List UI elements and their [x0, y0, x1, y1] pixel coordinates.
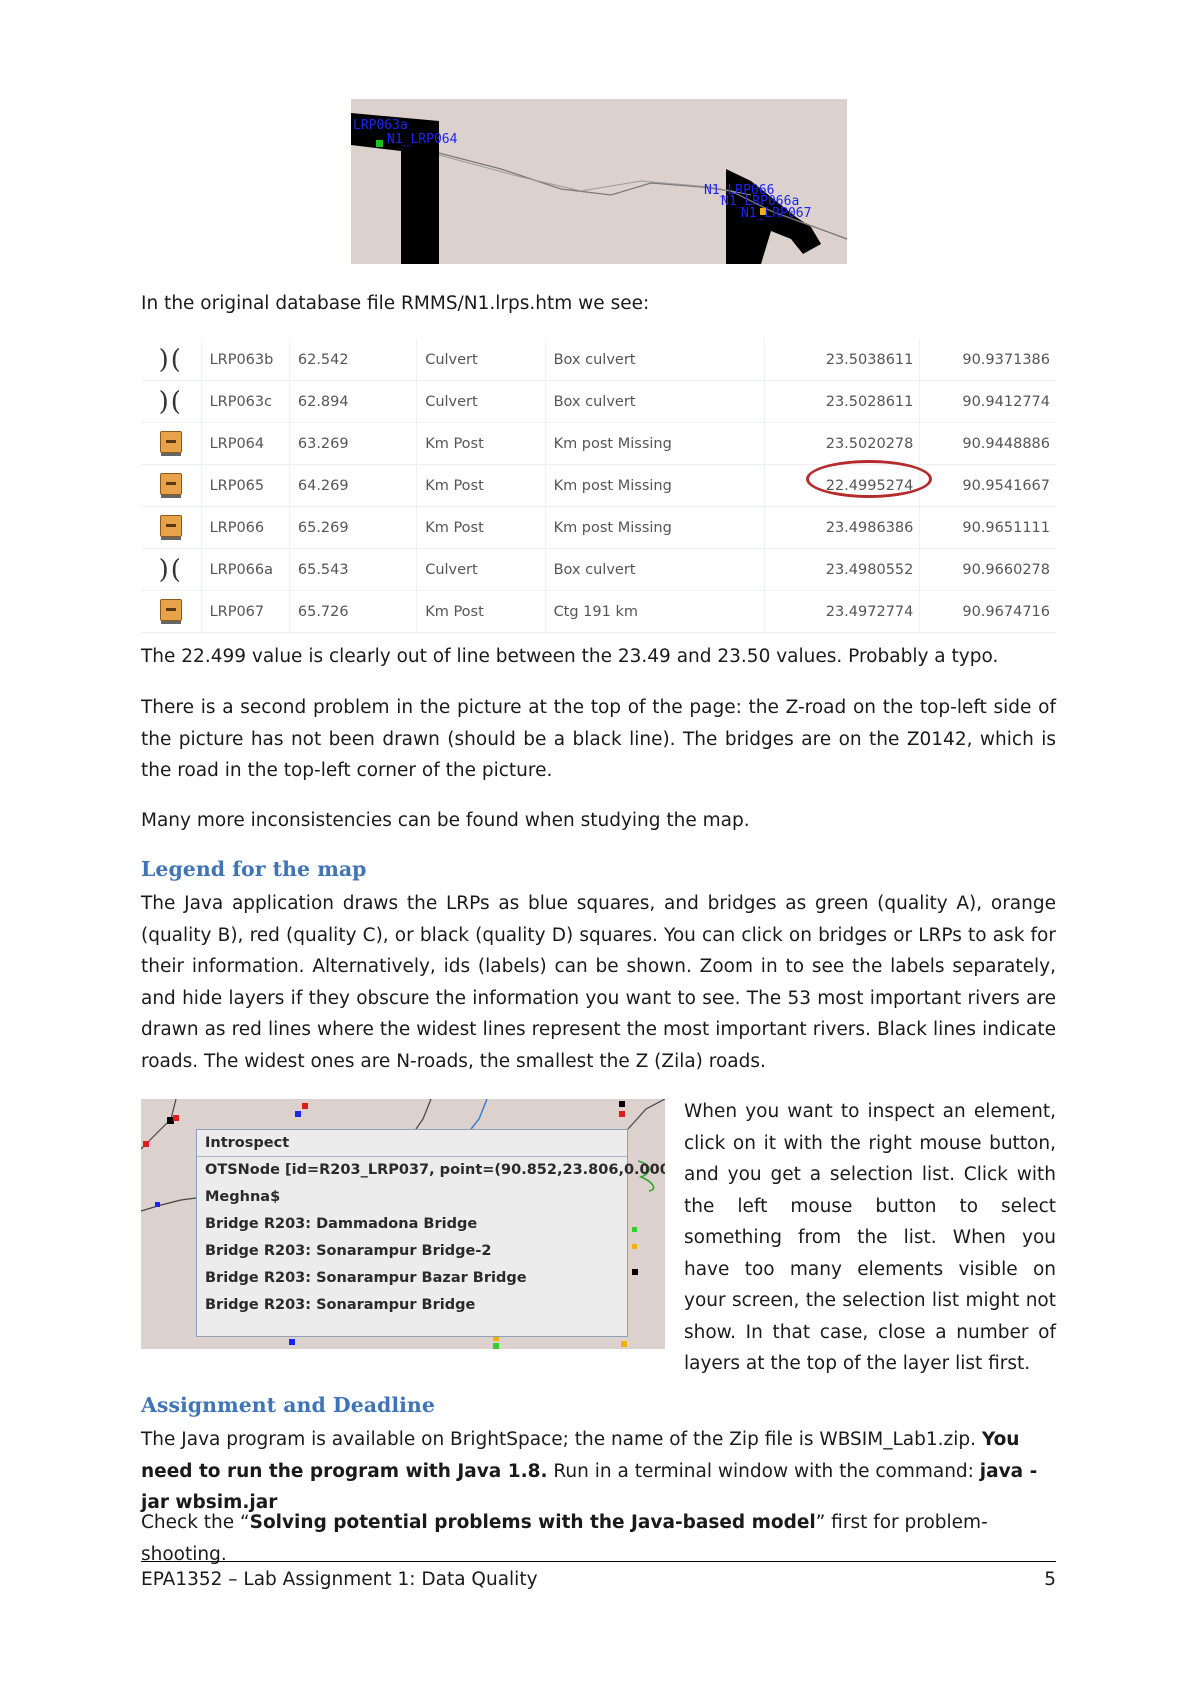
culvert-symbol: )( — [158, 386, 183, 417]
chainage-cell: 64.269 — [288, 464, 417, 507]
category-cell: Culvert — [416, 339, 546, 381]
description-cell: Km post Missing — [544, 422, 765, 465]
assignment-paragraph: The Java program is available on BrightS… — [141, 1424, 1056, 1519]
km-post-icon — [141, 422, 202, 465]
latitude-cell: 23.4972774 — [764, 590, 920, 633]
lrp-id-cell: LRP064 — [200, 422, 290, 465]
lrp-id-cell: LRP063b — [200, 339, 290, 381]
lrp-id-cell: LRP066a — [200, 548, 290, 591]
table-row: LRP067 65.726 Km Post Ctg 191 km 23.4972774 9… — [141, 590, 1056, 633]
table-row: )( LRP063b 62.542 Culvert Box culvert 23.5038… — [141, 339, 1056, 381]
category-cell: Culvert — [416, 380, 546, 423]
check-text: Check the “ — [141, 1512, 250, 1533]
description-cell: Box culvert — [544, 380, 765, 423]
chainage-cell: 62.894 — [288, 380, 417, 423]
lrp-id-cell: LRP065 — [200, 464, 290, 507]
map-label: LRP063a — [353, 118, 408, 133]
longitude-cell: 90.9541667 — [919, 464, 1056, 507]
latitude-cell: 23.5020278 — [764, 422, 920, 465]
footer-title: EPA1352 – Lab Assignment 1: Data Quality — [141, 1569, 538, 1590]
km-post-icon — [141, 506, 202, 549]
culvert-icon: )( — [141, 339, 202, 381]
introspect-title: Introspect — [197, 1130, 627, 1157]
introspect-item[interactable]: Bridge R203: Sonarampur Bridge — [197, 1292, 627, 1319]
map-screenshot: LRP063a N1_LRP064 N1_LRP066 N1_LRP066a N… — [351, 99, 847, 264]
km-post-icon — [141, 590, 202, 633]
typo-paragraph: The 22.499 value is clearly out of line … — [141, 646, 999, 667]
highlight-circle — [806, 460, 932, 498]
map-drawing: LRP063a N1_LRP064 N1_LRP066 N1_LRP066a N… — [351, 113, 847, 264]
map-label: N1_LRP064 — [387, 132, 458, 147]
page-number: 5 — [1044, 1569, 1056, 1590]
description-cell: Ctg 191 km — [544, 590, 765, 633]
category-cell: Km Post — [416, 422, 546, 465]
table-row: )( LRP066a 65.543 Culvert Box culvert 23.4980… — [141, 548, 1056, 591]
category-cell: Km Post — [416, 590, 546, 633]
footer-rule — [141, 1561, 1056, 1562]
bridge-marker-green — [376, 140, 383, 147]
description-cell: Km post Missing — [544, 464, 765, 507]
category-cell: Culvert — [416, 548, 546, 591]
table-row: )( LRP063c 62.894 Culvert Box culvert 23.5028… — [141, 380, 1056, 423]
introspect-item[interactable]: Bridge R203: Dammadona Bridge — [197, 1211, 627, 1238]
category-cell: Km Post — [416, 506, 546, 549]
culvert-icon: )( — [141, 380, 202, 423]
assignment-text: Run in a terminal window with the comman… — [547, 1460, 980, 1482]
description-cell: Km post Missing — [544, 506, 765, 549]
introspect-item[interactable]: Bridge R203: Sonarampur Bazar Bridge — [197, 1265, 627, 1292]
category-cell: Km Post — [416, 464, 546, 507]
intro-line: In the original database file RMMS/N1.lr… — [141, 293, 650, 314]
lrp-id-cell: LRP067 — [200, 590, 290, 633]
assignment-heading: Assignment and Deadline — [141, 1393, 435, 1417]
longitude-cell: 90.9674716 — [919, 590, 1056, 633]
inspect-paragraph: When you want to inspect an element, cli… — [684, 1101, 1056, 1374]
table-row: LRP066 65.269 Km Post Km post Missing 23.498… — [141, 506, 1056, 549]
legend-heading: Legend for the map — [141, 857, 367, 881]
chainage-cell: 65.269 — [288, 506, 417, 549]
latitude-cell: 23.4986386 — [764, 506, 920, 549]
chainage-cell: 65.726 — [288, 590, 417, 633]
check-doc-title: Solving potential problems with the Java… — [249, 1512, 816, 1533]
latitude-cell: 23.4980552 — [764, 548, 920, 591]
second-problem-paragraph: There is a second problem in the picture… — [141, 697, 1056, 781]
km-post-icon — [141, 464, 202, 507]
assignment-text: The Java program is available on BrightS… — [141, 1429, 982, 1450]
description-cell: Box culvert — [544, 548, 765, 591]
culvert-icon: )( — [141, 548, 202, 591]
longitude-cell: 90.9651111 — [919, 506, 1056, 549]
km-post-glyph — [159, 430, 182, 456]
longitude-cell: 90.9412774 — [919, 380, 1056, 423]
map-label: N1_LRP067 — [741, 206, 811, 221]
culvert-symbol: )( — [158, 554, 183, 585]
longitude-cell: 90.9371386 — [919, 339, 1056, 381]
introspect-item[interactable]: OTSNode [id=R203_LRP037, point=(90.852,2… — [197, 1157, 665, 1184]
latitude-cell: 23.5028611 — [764, 380, 920, 423]
longitude-cell: 90.9448886 — [919, 422, 1056, 465]
many-more-paragraph: Many more inconsistencies can be found w… — [141, 810, 750, 831]
latitude-cell: 23.5038611 — [764, 339, 920, 381]
chainage-cell: 62.542 — [288, 339, 417, 381]
introspect-item[interactable]: Meghna$ — [197, 1184, 627, 1211]
longitude-cell: 90.9660278 — [919, 548, 1056, 591]
introspect-screenshot: Introspect OTSNode [id=R203_LRP037, poin… — [141, 1099, 665, 1349]
introspect-item[interactable]: Bridge R203: Sonarampur Bridge-2 — [197, 1238, 627, 1265]
chainage-cell: 65.543 — [288, 548, 417, 591]
chainage-cell: 63.269 — [288, 422, 417, 465]
introspect-menu: Introspect OTSNode [id=R203_LRP037, poin… — [196, 1129, 665, 1337]
lrp-id-cell: LRP063c — [200, 380, 290, 423]
legend-paragraph: The Java application draws the LRPs as b… — [141, 893, 1056, 1072]
table-row: LRP064 63.269 Km Post Km post Missing 23.502… — [141, 422, 1056, 465]
culvert-symbol: )( — [158, 344, 183, 375]
lrp-id-cell: LRP066 — [200, 506, 290, 549]
description-cell: Box culvert — [544, 339, 765, 381]
km-post-glyph — [159, 514, 182, 540]
km-post-glyph — [159, 598, 182, 624]
km-post-glyph — [159, 472, 182, 498]
